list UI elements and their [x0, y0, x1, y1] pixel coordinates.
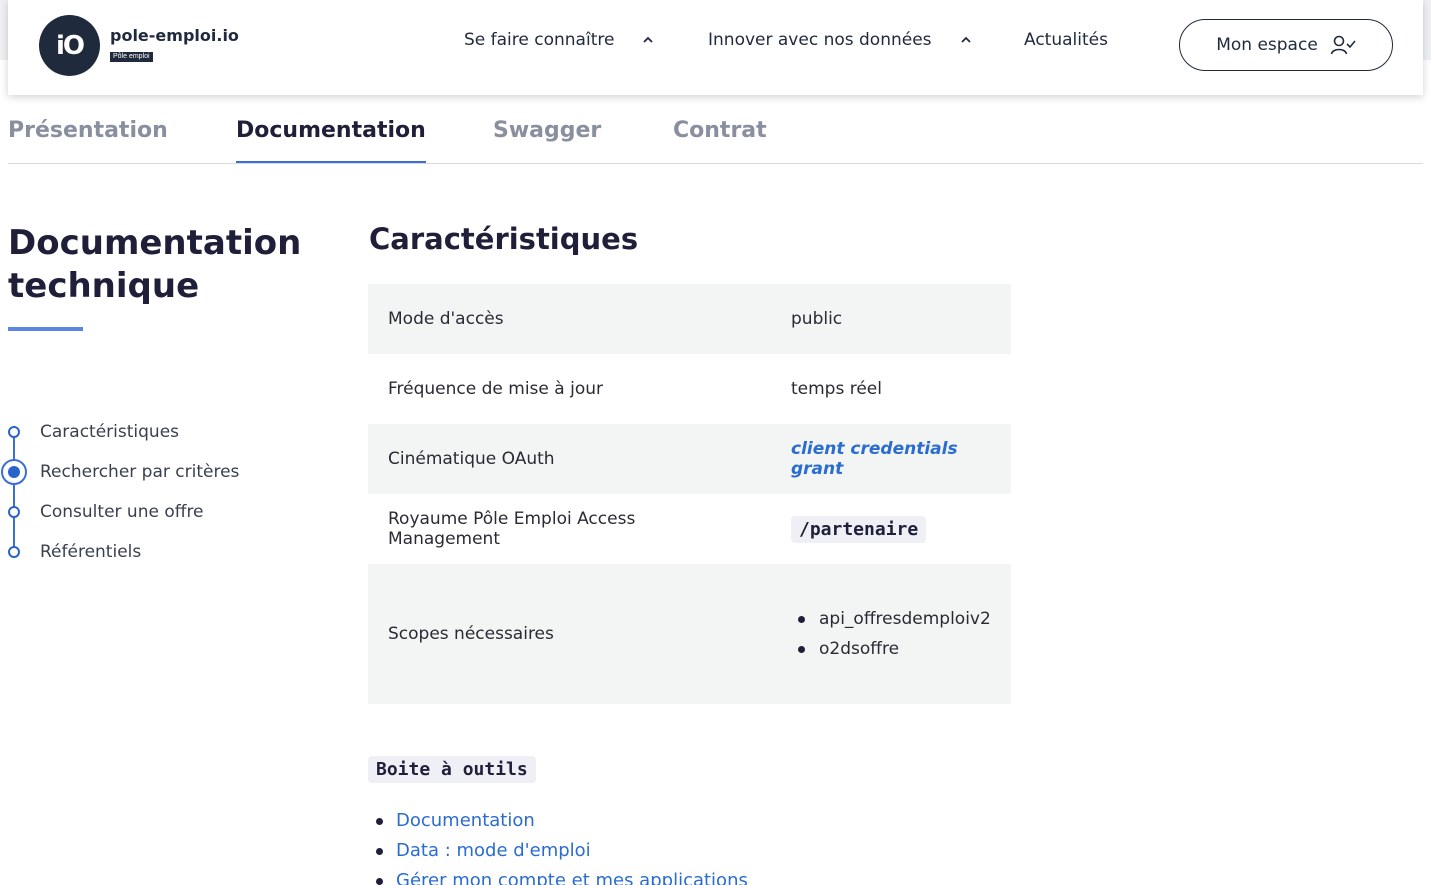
row-value: public — [791, 309, 843, 329]
toc-item-caracteristiques[interactable]: Caractéristiques — [0, 412, 330, 452]
nav-label: Actualités — [1024, 30, 1108, 50]
scope-list: api_offresdemploiv2 o2dsoffre — [791, 604, 991, 664]
logo-badge: Pôle emploi — [110, 52, 153, 62]
tab-swagger[interactable]: Swagger — [493, 118, 601, 161]
tab-presentation[interactable]: Présentation — [8, 118, 168, 161]
toolbox-label: Boite à outils — [368, 756, 536, 783]
table-row: Mode d'accès public — [368, 284, 1011, 354]
row-key: Cinématique OAuth — [388, 449, 555, 469]
link-data-mode-emploi[interactable]: Data : mode d'emploi — [396, 840, 591, 861]
row-value-cell: client credentials grant — [771, 424, 1011, 494]
row-value-cell: api_offresdemploiv2 o2dsoffre — [771, 564, 1011, 704]
header-right-strip — [1423, 0, 1431, 60]
logo-text[interactable]: pole-emploi.io — [110, 26, 239, 45]
toc-dot-icon — [8, 426, 20, 438]
toc-dot-active-icon — [1, 459, 27, 485]
row-key: Mode d'accès — [388, 309, 504, 329]
list-item: Data : mode d'emploi — [368, 836, 748, 866]
chevron-up-icon — [643, 36, 654, 43]
table-row: Fréquence de mise à jour temps réel — [368, 354, 1011, 424]
nav-label: Se faire connaître — [464, 30, 615, 50]
row-value: temps réel — [791, 379, 882, 399]
row-key: Fréquence de mise à jour — [388, 379, 603, 399]
link-documentation[interactable]: Documentation — [396, 810, 535, 831]
tab-documentation[interactable]: Documentation — [236, 118, 426, 163]
page-title-line2: technique — [8, 266, 200, 306]
toc-item-referentiels[interactable]: Référentiels — [0, 532, 330, 572]
header-left-strip — [0, 0, 8, 60]
list-item: Documentation — [368, 806, 748, 836]
toc-dot-icon — [8, 506, 20, 518]
table-row: Scopes nécessaires api_offresdemploiv2 o… — [368, 564, 1011, 704]
characteristics-table: Mode d'accès public Fréquence de mise à … — [368, 284, 1011, 704]
row-key: Royaume Pôle Emploi Access Management — [388, 509, 636, 549]
link-gerer-compte[interactable]: Gérer mon compte et mes applications — [396, 870, 748, 885]
row-key: Scopes nécessaires — [388, 624, 554, 644]
toc-label: Rechercher par critères — [40, 462, 240, 482]
user-check-icon — [1330, 35, 1356, 55]
oauth-link[interactable]: client credentials grant — [791, 439, 958, 479]
chevron-up-icon — [960, 36, 971, 43]
mon-espace-button[interactable]: Mon espace — [1179, 19, 1393, 71]
toc-label: Caractéristiques — [40, 422, 180, 442]
nav-label: Innover avec nos données — [708, 30, 932, 50]
realm-code: /partenaire — [791, 515, 927, 543]
row-value-cell: /partenaire — [771, 494, 1011, 564]
site-header: iO pole-emploi.io Pôle emploi Se faire c… — [8, 0, 1423, 95]
logo-mark: iO — [55, 30, 85, 61]
list-item: api_offresdemploiv2 — [791, 604, 991, 634]
title-underline — [8, 327, 83, 331]
mon-espace-label: Mon espace — [1216, 35, 1318, 55]
toc-label: Référentiels — [40, 542, 142, 562]
tab-contrat[interactable]: Contrat — [673, 118, 767, 161]
toolbox-list: Documentation Data : mode d'emploi Gérer… — [368, 806, 748, 885]
toc-item-consulter-une-offre[interactable]: Consulter une offre — [0, 492, 330, 532]
toc-dot-icon — [8, 546, 20, 558]
tab-bar: Présentation Documentation Swagger Contr… — [8, 100, 1423, 164]
table-row: Cinématique OAuth client credentials gra… — [368, 424, 1011, 494]
toc-item-rechercher-par-criteres[interactable]: Rechercher par critères — [0, 452, 330, 492]
list-item: Gérer mon compte et mes applications — [368, 866, 748, 885]
page-title-line1: Documentation — [8, 223, 302, 263]
nav-actualites[interactable]: Actualités — [1024, 30, 1108, 50]
logo[interactable]: iO — [39, 15, 100, 76]
table-of-contents: Caractéristiques Rechercher par critères… — [0, 412, 330, 572]
page-title: Documentation technique — [8, 222, 328, 308]
nav-se-faire-connaitre[interactable]: Se faire connaître — [464, 30, 654, 50]
nav-innover-avec-nos-donnees[interactable]: Innover avec nos données — [708, 30, 972, 50]
list-item: o2dsoffre — [791, 634, 991, 664]
table-row: Royaume Pôle Emploi Access Management /p… — [368, 494, 1011, 564]
toc-label: Consulter une offre — [40, 502, 204, 522]
section-title: Caractéristiques — [369, 222, 639, 256]
